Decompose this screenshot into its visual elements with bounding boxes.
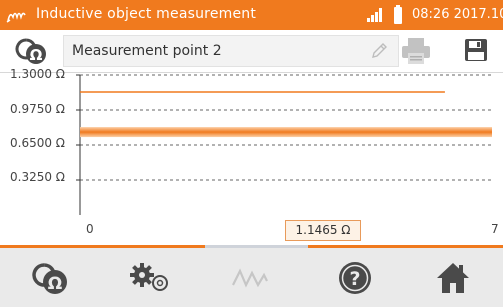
svg-text:Ω: Ω	[30, 46, 43, 64]
x-tick-label: 0	[86, 222, 94, 236]
battery-icon	[394, 5, 402, 24]
x-tick-label: 7	[491, 222, 499, 236]
y-tick-label: 0.6500 Ω	[10, 136, 65, 150]
y-tick-label: 0.3250 Ω	[10, 170, 65, 184]
waveform-button[interactable]	[200, 248, 300, 307]
cursor-value-readout: 1.1465 Ω	[285, 220, 361, 241]
home-icon	[437, 262, 469, 293]
header-row: Ω Measurement point 2	[0, 30, 503, 73]
printer-icon[interactable]	[400, 36, 432, 66]
inductive-coil-icon	[6, 12, 26, 23]
home-button[interactable]	[403, 248, 503, 307]
measurement-point-name: Measurement point 2	[72, 43, 222, 59]
chart-plot	[76, 74, 492, 215]
help-icon: ?	[339, 261, 371, 294]
series-band	[80, 127, 492, 138]
measurement-settings-button[interactable]: Ω	[0, 248, 100, 307]
title-bar: Inductive object measurement 08:26 2017.…	[0, 0, 503, 30]
bottom-toolbar: Ω ?	[0, 248, 503, 307]
help-button[interactable]: ?	[305, 248, 405, 307]
signal-strength-icon	[367, 8, 382, 22]
measurement-point-field[interactable]: Measurement point 2	[63, 35, 399, 67]
measurement-chart: 1.3000 Ω 0.9750 Ω 0.6500 Ω 0.3250 Ω 0 7	[0, 67, 503, 243]
window-title: Inductive object measurement	[36, 6, 257, 22]
measurement-settings-icon: Ω	[32, 262, 67, 294]
pencil-icon[interactable]	[370, 42, 388, 60]
svg-text:Ω: Ω	[48, 274, 62, 294]
y-tick-label: 1.3000 Ω	[10, 67, 65, 81]
waveform-icon	[232, 267, 268, 288]
datetime-display: 08:26 2017.10.27	[412, 7, 503, 22]
resistance-probe-icon[interactable]: Ω	[14, 34, 50, 68]
y-tick-label: 0.9750 Ω	[10, 102, 65, 116]
floppy-disk-icon[interactable]	[464, 38, 488, 62]
settings-button[interactable]	[100, 248, 200, 307]
svg-text:?: ?	[349, 268, 360, 290]
gears-icon	[130, 262, 168, 291]
